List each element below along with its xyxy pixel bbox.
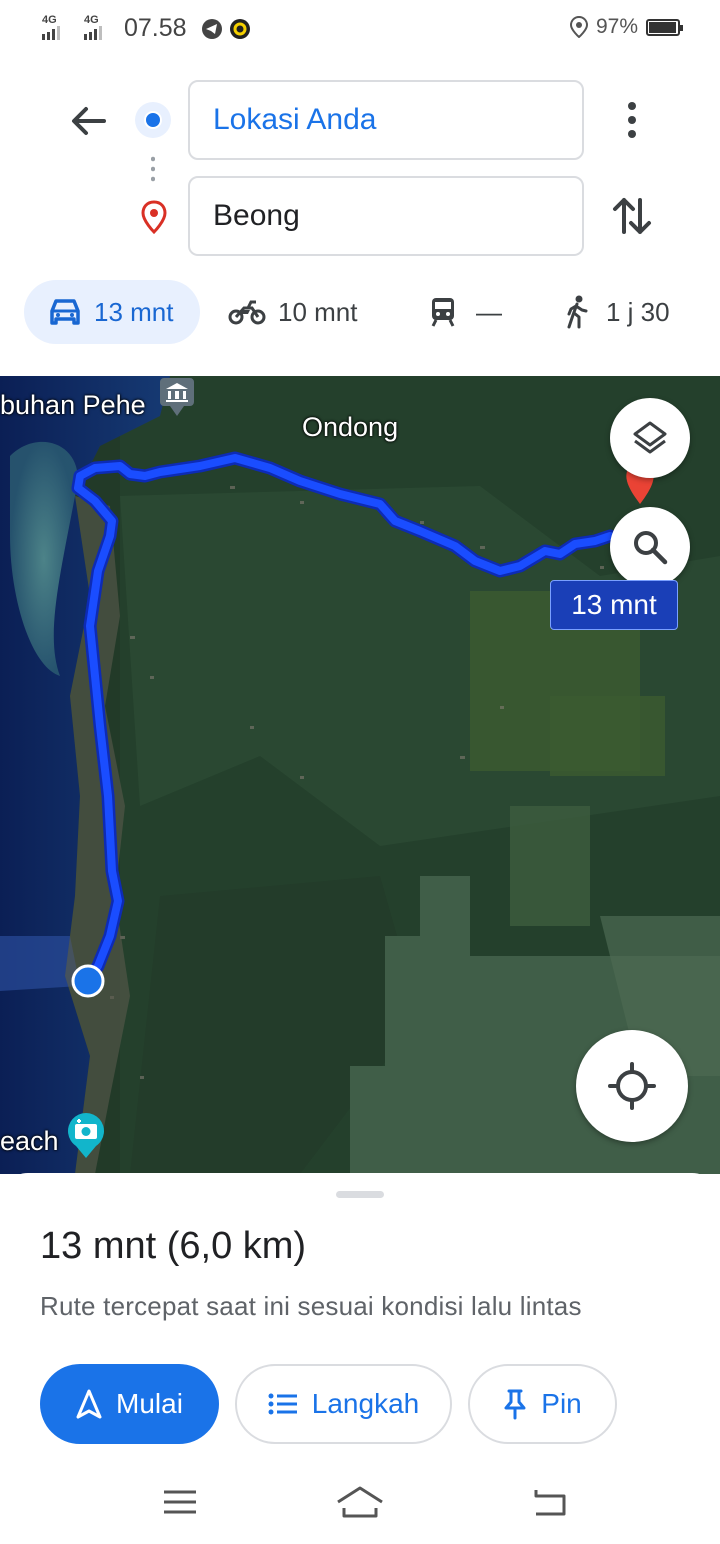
layers-button[interactable] [610,398,690,478]
mode-car-label: 13 mnt [94,296,174,327]
steps-button[interactable]: Langkah [235,1364,452,1444]
mode-transit-label: — [476,296,502,327]
navigation-arrow-icon [76,1389,102,1419]
museum-icon[interactable] [160,378,194,418]
battery-icon [646,18,683,36]
layers-icon [633,421,667,454]
list-icon [268,1393,297,1415]
destination-field[interactable]: Beong [188,176,584,256]
route-summary: 13 mnt (6,0 km) [40,1225,307,1267]
route-dots-divider [151,154,155,184]
pin-icon [504,1389,526,1420]
swap-vert-icon [613,198,651,234]
map-label-ondong: Ondong [302,412,399,442]
back-icon[interactable] [528,1480,572,1524]
my-location-button[interactable] [576,1030,688,1142]
pin-button-label: Pin [541,1388,582,1419]
travel-modes: 13 mnt 10 mnt — 1 j 30 [0,280,720,344]
origin-field[interactable]: Lokasi Anda [188,80,584,160]
mode-motorcycle-label: 10 mnt [278,296,358,327]
route-time-chip[interactable]: 13 mnt [550,580,678,630]
origin-value: Lokasi Anda [213,103,377,136]
mode-walk[interactable]: 1 j 30 [564,280,670,344]
route-subtitle: Rute tercepat saat ini sesuai kondisi la… [40,1291,582,1321]
more-vert-icon [628,102,636,138]
search-icon [634,531,668,565]
map-view[interactable]: buhan Pehe Ondong each 13 mnt [0,376,720,1174]
more-options-button[interactable] [616,98,648,142]
destination-value: Beong [213,199,300,232]
mode-motorcycle[interactable]: 10 mnt [228,280,358,344]
battery-percent: 97% [595,15,638,38]
notification-app-icon [229,18,250,39]
motorcycle-icon [228,300,266,325]
arrow-back-icon [72,107,106,135]
telegram-icon [201,18,222,39]
origin-dot-icon [135,102,171,138]
map-label-top-left: buhan Pehe [0,390,146,420]
walking-icon [567,295,588,329]
pin-button[interactable]: Pin [468,1364,617,1444]
mode-transit[interactable]: — [430,280,502,344]
signal-icon: 4G [42,14,70,40]
steps-button-label: Langkah [311,1388,420,1419]
start-navigation-button[interactable]: Mulai [40,1364,219,1444]
search-along-route-button[interactable] [610,507,690,587]
drag-handle[interactable] [336,1191,384,1198]
route-time-label: 13 mnt [571,589,657,620]
car-icon [50,299,80,325]
menu-icon[interactable] [158,1480,202,1524]
status-bar: 4G 4G 07.58 97% [0,0,720,56]
home-icon[interactable] [334,1480,386,1524]
swap-button[interactable] [610,192,654,240]
system-nav-bar [0,1462,720,1544]
start-button-label: Mulai [116,1388,183,1419]
mode-walk-label: 1 j 30 [606,296,670,327]
status-time: 07.58 [124,14,187,42]
origin-marker [71,964,105,998]
camera-icon[interactable] [66,1112,106,1160]
mode-car[interactable]: 13 mnt [24,280,200,344]
my-location-icon [608,1062,656,1110]
signal-icon: 4G [84,14,112,40]
destination-pin-icon [141,200,167,234]
location-icon [569,16,588,38]
map-label-beach: each [0,1126,59,1156]
back-button[interactable] [64,98,112,146]
train-icon [431,298,455,327]
